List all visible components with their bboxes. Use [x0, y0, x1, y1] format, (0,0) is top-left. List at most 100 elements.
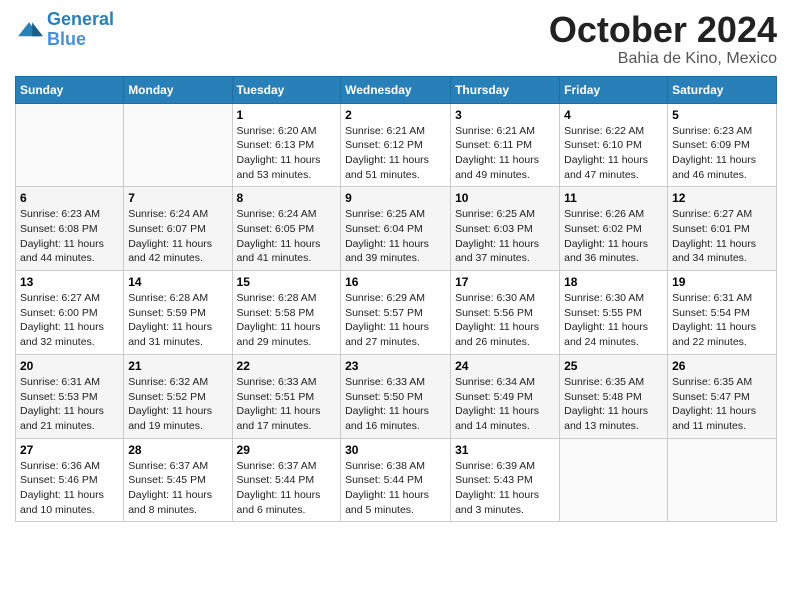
day-detail: Sunrise: 6:37 AM Sunset: 5:44 PM Dayligh… [237, 459, 337, 518]
day-detail: Sunrise: 6:25 AM Sunset: 6:04 PM Dayligh… [345, 207, 446, 266]
calendar-cell: 6 Sunrise: 6:23 AM Sunset: 6:08 PM Dayli… [16, 187, 124, 271]
calendar-cell: 28 Sunrise: 6:37 AM Sunset: 5:45 PM Dayl… [124, 438, 232, 522]
day-number: 27 [20, 443, 119, 457]
daylight: Daylight: 11 hours and 21 minutes. [20, 405, 104, 432]
sunset: Sunset: 6:05 PM [237, 223, 315, 235]
logo-text-block: GeneralBlue [47, 10, 114, 50]
daylight: Daylight: 11 hours and 26 minutes. [455, 321, 539, 348]
sunset: Sunset: 5:54 PM [672, 307, 750, 319]
day-detail: Sunrise: 6:25 AM Sunset: 6:03 PM Dayligh… [455, 207, 555, 266]
day-detail: Sunrise: 6:28 AM Sunset: 5:58 PM Dayligh… [237, 291, 337, 350]
sunrise: Sunrise: 6:20 AM [237, 125, 317, 137]
calendar-cell: 11 Sunrise: 6:26 AM Sunset: 6:02 PM Dayl… [560, 187, 668, 271]
day-number: 15 [237, 275, 337, 289]
day-detail: Sunrise: 6:36 AM Sunset: 5:46 PM Dayligh… [20, 459, 119, 518]
sunset: Sunset: 6:04 PM [345, 223, 423, 235]
daylight: Daylight: 11 hours and 39 minutes. [345, 238, 429, 265]
day-detail: Sunrise: 6:27 AM Sunset: 6:00 PM Dayligh… [20, 291, 119, 350]
day-number: 14 [128, 275, 227, 289]
calendar-cell: 24 Sunrise: 6:34 AM Sunset: 5:49 PM Dayl… [451, 354, 560, 438]
day-detail: Sunrise: 6:23 AM Sunset: 6:09 PM Dayligh… [672, 124, 772, 183]
calendar-header-wednesday: Wednesday [341, 76, 451, 103]
day-number: 1 [237, 108, 337, 122]
daylight: Daylight: 11 hours and 17 minutes. [237, 405, 321, 432]
calendar-cell: 29 Sunrise: 6:37 AM Sunset: 5:44 PM Dayl… [232, 438, 341, 522]
logo-text: GeneralBlue [47, 10, 114, 50]
sunrise: Sunrise: 6:25 AM [345, 208, 425, 220]
day-number: 3 [455, 108, 555, 122]
sunset: Sunset: 6:11 PM [455, 139, 532, 151]
calendar-cell: 21 Sunrise: 6:32 AM Sunset: 5:52 PM Dayl… [124, 354, 232, 438]
calendar-cell [668, 438, 777, 522]
calendar-cell: 26 Sunrise: 6:35 AM Sunset: 5:47 PM Dayl… [668, 354, 777, 438]
day-number: 7 [128, 191, 227, 205]
calendar-cell: 10 Sunrise: 6:25 AM Sunset: 6:03 PM Dayl… [451, 187, 560, 271]
day-detail: Sunrise: 6:37 AM Sunset: 5:45 PM Dayligh… [128, 459, 227, 518]
sunset: Sunset: 5:44 PM [345, 474, 423, 486]
calendar-cell: 15 Sunrise: 6:28 AM Sunset: 5:58 PM Dayl… [232, 271, 341, 355]
sunrise: Sunrise: 6:25 AM [455, 208, 535, 220]
calendar-week-1: 6 Sunrise: 6:23 AM Sunset: 6:08 PM Dayli… [16, 187, 777, 271]
calendar-cell: 23 Sunrise: 6:33 AM Sunset: 5:50 PM Dayl… [341, 354, 451, 438]
day-number: 12 [672, 191, 772, 205]
sunset: Sunset: 6:13 PM [237, 139, 315, 151]
header: GeneralBlue October 2024 Bahia de Kino, … [15, 10, 777, 68]
calendar-cell: 18 Sunrise: 6:30 AM Sunset: 5:55 PM Dayl… [560, 271, 668, 355]
day-number: 9 [345, 191, 446, 205]
day-number: 21 [128, 359, 227, 373]
day-number: 6 [20, 191, 119, 205]
sunset: Sunset: 6:01 PM [672, 223, 750, 235]
day-number: 17 [455, 275, 555, 289]
sunset: Sunset: 5:55 PM [564, 307, 642, 319]
sunset: Sunset: 6:00 PM [20, 307, 98, 319]
sunrise: Sunrise: 6:21 AM [455, 125, 535, 137]
day-number: 20 [20, 359, 119, 373]
calendar-header-tuesday: Tuesday [232, 76, 341, 103]
sunset: Sunset: 5:57 PM [345, 307, 423, 319]
sunset: Sunset: 6:02 PM [564, 223, 642, 235]
calendar-cell: 25 Sunrise: 6:35 AM Sunset: 5:48 PM Dayl… [560, 354, 668, 438]
day-detail: Sunrise: 6:39 AM Sunset: 5:43 PM Dayligh… [455, 459, 555, 518]
sunrise: Sunrise: 6:35 AM [672, 376, 752, 388]
day-number: 31 [455, 443, 555, 457]
calendar-week-0: 1 Sunrise: 6:20 AM Sunset: 6:13 PM Dayli… [16, 103, 777, 187]
day-number: 26 [672, 359, 772, 373]
sunset: Sunset: 5:50 PM [345, 391, 423, 403]
calendar-cell [124, 103, 232, 187]
sunset: Sunset: 5:43 PM [455, 474, 533, 486]
sunrise: Sunrise: 6:31 AM [20, 376, 100, 388]
day-detail: Sunrise: 6:26 AM Sunset: 6:02 PM Dayligh… [564, 207, 663, 266]
sunrise: Sunrise: 6:37 AM [128, 460, 208, 472]
sunset: Sunset: 5:47 PM [672, 391, 750, 403]
sunrise: Sunrise: 6:28 AM [128, 292, 208, 304]
calendar-cell: 1 Sunrise: 6:20 AM Sunset: 6:13 PM Dayli… [232, 103, 341, 187]
calendar-cell: 4 Sunrise: 6:22 AM Sunset: 6:10 PM Dayli… [560, 103, 668, 187]
calendar-header-friday: Friday [560, 76, 668, 103]
sunrise: Sunrise: 6:29 AM [345, 292, 425, 304]
calendar-cell [16, 103, 124, 187]
day-number: 30 [345, 443, 446, 457]
daylight: Daylight: 11 hours and 13 minutes. [564, 405, 648, 432]
sunset: Sunset: 5:49 PM [455, 391, 533, 403]
day-detail: Sunrise: 6:34 AM Sunset: 5:49 PM Dayligh… [455, 375, 555, 434]
day-number: 25 [564, 359, 663, 373]
calendar-cell: 31 Sunrise: 6:39 AM Sunset: 5:43 PM Dayl… [451, 438, 560, 522]
daylight: Daylight: 11 hours and 5 minutes. [345, 489, 429, 516]
sunrise: Sunrise: 6:22 AM [564, 125, 644, 137]
calendar-week-3: 20 Sunrise: 6:31 AM Sunset: 5:53 PM Dayl… [16, 354, 777, 438]
daylight: Daylight: 11 hours and 14 minutes. [455, 405, 539, 432]
daylight: Daylight: 11 hours and 6 minutes. [237, 489, 321, 516]
sunrise: Sunrise: 6:37 AM [237, 460, 317, 472]
sunrise: Sunrise: 6:30 AM [455, 292, 535, 304]
sunrise: Sunrise: 6:32 AM [128, 376, 208, 388]
day-detail: Sunrise: 6:38 AM Sunset: 5:44 PM Dayligh… [345, 459, 446, 518]
day-number: 19 [672, 275, 772, 289]
day-detail: Sunrise: 6:21 AM Sunset: 6:11 PM Dayligh… [455, 124, 555, 183]
day-number: 4 [564, 108, 663, 122]
daylight: Daylight: 11 hours and 11 minutes. [672, 405, 756, 432]
sunrise: Sunrise: 6:24 AM [128, 208, 208, 220]
page: GeneralBlue October 2024 Bahia de Kino, … [0, 0, 792, 612]
daylight: Daylight: 11 hours and 27 minutes. [345, 321, 429, 348]
daylight: Daylight: 11 hours and 31 minutes. [128, 321, 212, 348]
calendar-cell: 14 Sunrise: 6:28 AM Sunset: 5:59 PM Dayl… [124, 271, 232, 355]
